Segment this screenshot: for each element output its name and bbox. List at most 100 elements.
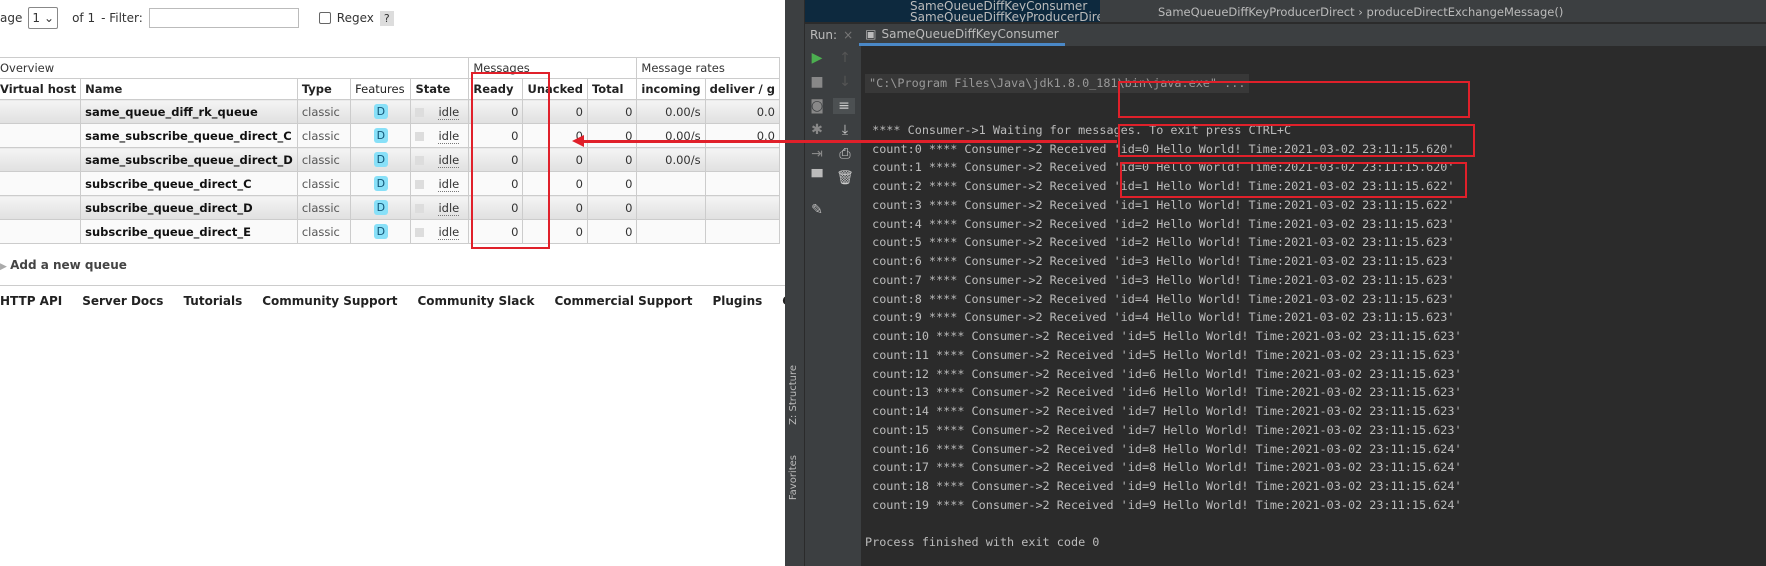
- console-line: count:10 **** Consumer->2 Received 'id=5…: [865, 329, 1462, 343]
- footer-link[interactable]: Plugins: [712, 294, 762, 308]
- regex-help-button[interactable]: ?: [379, 10, 394, 26]
- incoming-cell: 0.00/s: [636, 123, 706, 148]
- durable-badge: D: [373, 224, 389, 239]
- deliver-cell: [704, 195, 781, 220]
- durable-badge: D: [373, 152, 389, 167]
- footer-link[interactable]: Tutorials: [183, 294, 242, 308]
- queue-name-link[interactable]: subscribe_queue_direct_E: [80, 219, 298, 244]
- features-cell: D: [350, 147, 412, 172]
- queue-name-link[interactable]: subscribe_queue_direct_D: [80, 195, 298, 220]
- add-queue-label: Add a new queue: [10, 258, 127, 272]
- durable-badge: D: [373, 176, 389, 191]
- bug-icon[interactable]: ✱: [807, 122, 827, 138]
- login-icon[interactable]: ⇥: [807, 146, 827, 162]
- queue-name-link[interactable]: same_queue_diff_rk_queue: [80, 99, 298, 124]
- console-line: count:16 **** Consumer->2 Received 'id=8…: [865, 441, 1462, 456]
- tree-item-producer[interactable]: SameQueueDiffKeyProducerDirect: [910, 11, 1100, 22]
- vhost-cell: [0, 147, 82, 172]
- stop-icon[interactable]: ■: [807, 74, 827, 90]
- footer-link[interactable]: Community Slack: [417, 294, 534, 308]
- console-line: count:4 **** Consumer->2 Received 'id=2 …: [865, 216, 1455, 231]
- state-cell: idle: [410, 195, 470, 220]
- layout-icon[interactable]: ▀: [807, 170, 827, 186]
- state-label: idle: [438, 224, 460, 240]
- queue-name-link[interactable]: subscribe_queue_direct_C: [80, 171, 298, 196]
- console-line: count:6 **** Consumer->2 Received 'id=3 …: [865, 254, 1455, 268]
- camera-icon[interactable]: ◙: [807, 98, 827, 114]
- console-line: count:14 **** Consumer->2 Received 'id=7…: [865, 404, 1462, 418]
- col-type[interactable]: Type: [296, 78, 352, 100]
- state-cell: idle: [410, 99, 470, 124]
- annotation-arrow-line: [582, 140, 1117, 143]
- queue-name-link[interactable]: same_subscribe_queue_direct_C: [80, 123, 298, 148]
- run-tab-label: SameQueueDiffKeyConsumer: [881, 26, 1059, 41]
- soft-wrap-icon[interactable]: ≡: [833, 98, 855, 114]
- queue-name-link[interactable]: same_subscribe_queue_direct_D: [80, 147, 298, 172]
- filter-input[interactable]: [148, 8, 299, 28]
- col-total[interactable]: Total: [586, 78, 638, 100]
- type-cell: classic: [296, 123, 352, 148]
- col-deliver[interactable]: deliver / g: [704, 78, 781, 100]
- breadcrumb[interactable]: SameQueueDiffKeyProducerDirect › produce…: [1158, 5, 1563, 19]
- page-select[interactable]: 1 ⌄: [28, 7, 59, 29]
- favorites-tab[interactable]: Favorites: [788, 455, 799, 500]
- total-cell: 0: [586, 219, 638, 244]
- triangle-right-icon: ▶: [0, 262, 11, 272]
- footer-link[interactable]: Server Docs: [82, 294, 163, 308]
- run-label: Run:: [810, 28, 838, 42]
- queue-row: subscribe_queue_direct_D classic D idle …: [0, 195, 781, 220]
- col-virtual-host[interactable]: Virtual host: [0, 78, 82, 100]
- vhost-cell: [0, 99, 82, 124]
- group-overview: Overview: [0, 57, 470, 79]
- footer-link[interactable]: Commercial Support: [554, 294, 692, 308]
- trash-icon[interactable]: 🗑: [835, 170, 855, 186]
- add-queue-toggle[interactable]: ▶ Add a new queue: [0, 258, 127, 272]
- state-label: idle: [438, 104, 460, 120]
- features-cell: D: [350, 171, 412, 196]
- vhost-cell: [0, 195, 82, 220]
- vhost-cell: [0, 219, 82, 244]
- footer-link[interactable]: Community Support: [262, 294, 397, 308]
- state-cell: idle: [410, 147, 470, 172]
- print-icon[interactable]: ⎙: [835, 146, 855, 162]
- console-icon: ▣: [865, 26, 877, 41]
- durable-badge: D: [373, 200, 389, 215]
- state-cell: idle: [410, 123, 470, 148]
- close-icon[interactable]: ×: [843, 28, 853, 42]
- page-label: age: [0, 11, 23, 25]
- down-arrow-icon[interactable]: ↓: [835, 74, 855, 90]
- pin-icon[interactable]: ✎: [807, 202, 827, 218]
- page-of-label: of 1: [72, 11, 96, 25]
- incoming-cell: [636, 219, 706, 244]
- run-icon[interactable]: ▶: [807, 50, 827, 66]
- console-line: count:5 **** Consumer->2 Received 'id=2 …: [865, 235, 1455, 250]
- structure-tab[interactable]: Z: Structure: [788, 365, 799, 425]
- deliver-cell: [704, 219, 781, 244]
- state-square-icon: [415, 155, 425, 165]
- scroll-end-icon[interactable]: ⤓: [835, 122, 855, 138]
- regex-checkbox[interactable]: [318, 12, 331, 24]
- col-features: Features: [350, 78, 412, 100]
- col-state[interactable]: State: [410, 78, 470, 100]
- type-cell: classic: [296, 147, 352, 172]
- incoming-cell: 0.00/s: [636, 99, 706, 124]
- features-cell: D: [350, 219, 412, 244]
- col-name[interactable]: Name: [80, 78, 298, 100]
- vhost-cell: [0, 171, 82, 196]
- up-arrow-icon[interactable]: ↑: [835, 50, 855, 66]
- run-toolbar: Run: × ▣ SameQueueDiffKeyConsumer: [805, 24, 1766, 46]
- footer-link[interactable]: HTTP API: [0, 294, 62, 308]
- deliver-cell: 0.0: [704, 99, 781, 124]
- annotation-box-id2: [1120, 162, 1467, 198]
- state-label: idle: [438, 128, 460, 144]
- tree-item-consumer[interactable]: SameQueueDiffKeyConsumer: [910, 0, 1100, 11]
- console-output[interactable]: "C:\Program Files\Java\jdk1.8.0_181\bin\…: [865, 46, 1462, 552]
- run-tab-consumer[interactable]: ▣ SameQueueDiffKeyConsumer: [859, 24, 1065, 46]
- annotation-arrow-head-icon: [572, 135, 584, 147]
- deliver-cell: [704, 147, 781, 172]
- annotation-box-id0: [1118, 81, 1470, 118]
- console-line: count:9 **** Consumer->2 Received 'id=4 …: [865, 310, 1455, 325]
- features-cell: D: [350, 123, 412, 148]
- col-incoming[interactable]: incoming: [636, 78, 706, 100]
